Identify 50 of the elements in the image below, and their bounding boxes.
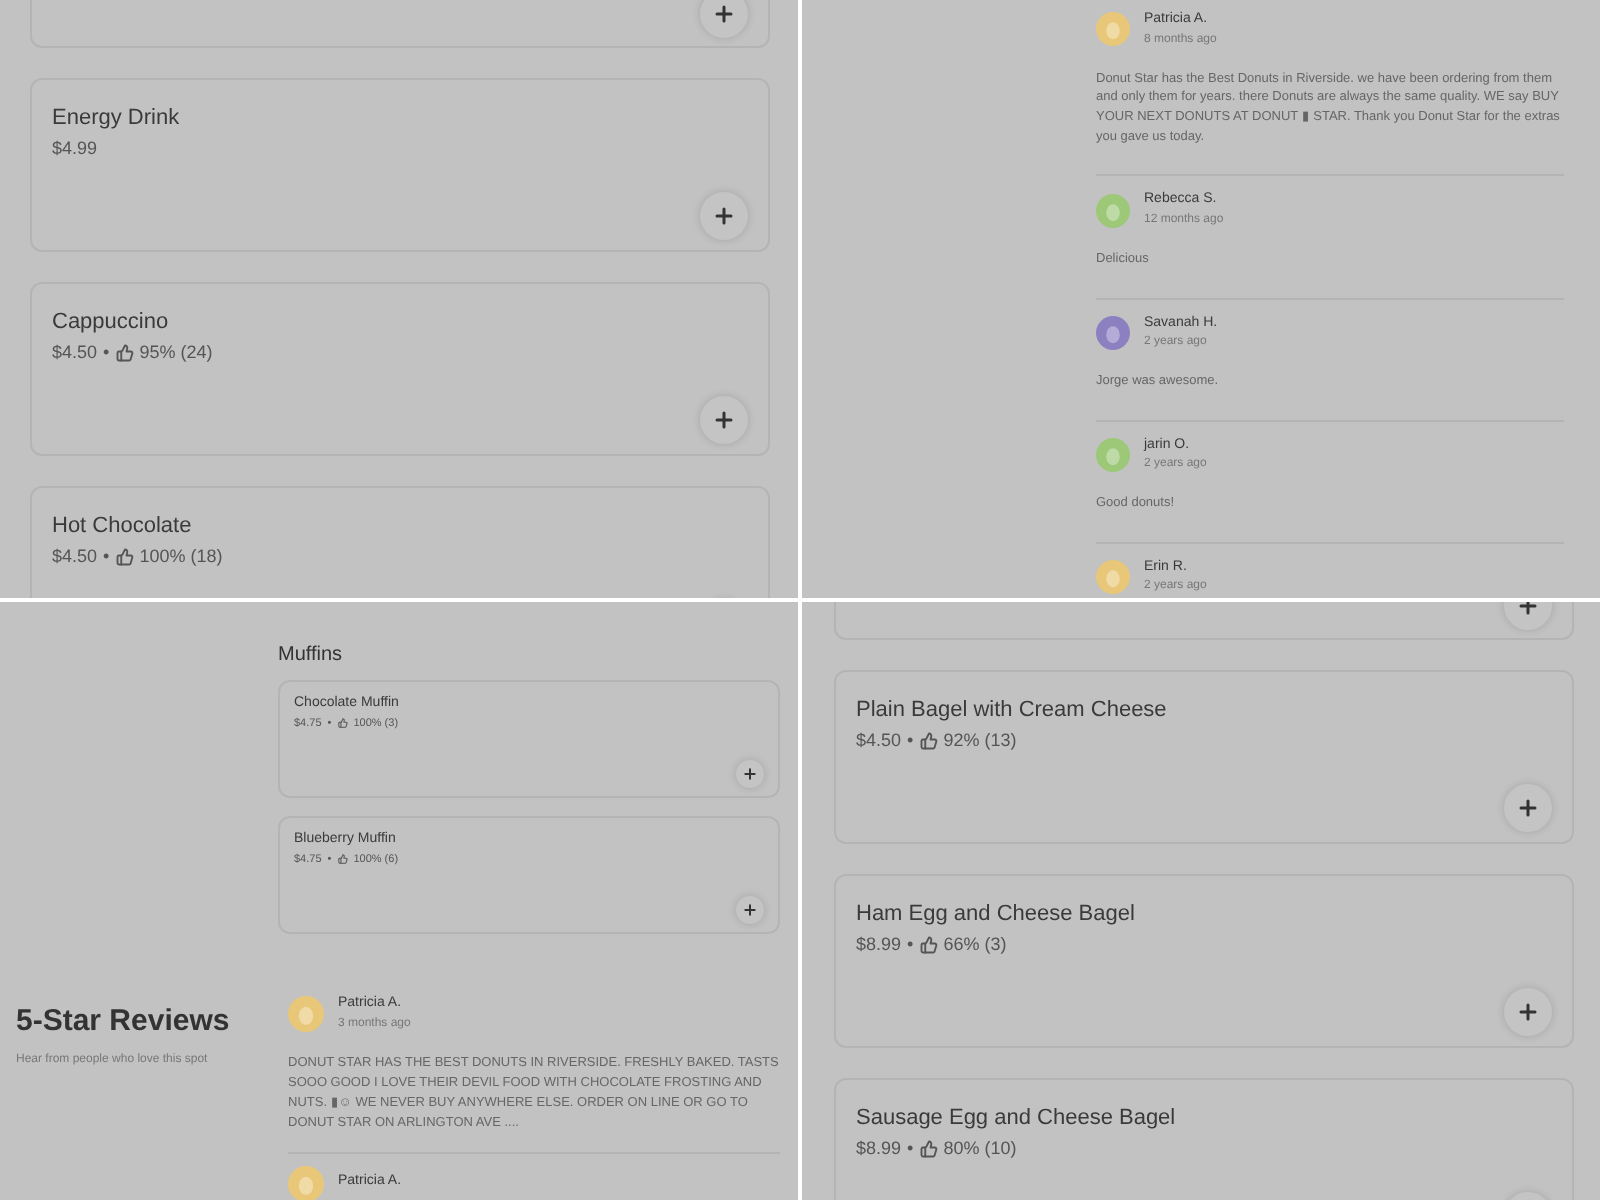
plus-icon [712,408,736,432]
item-rating: 92% (13) [943,727,1017,754]
add-button[interactable] [736,896,764,924]
item-price: $8.99 [856,1135,902,1161]
plus-icon [742,766,758,782]
item-rating: 66% (3) [943,931,1007,958]
thumbs-up-icon [919,1139,938,1158]
menu-item-card[interactable]: Sausage Egg and Cheese Bagel $8.99 • 80% (10) [834,1078,1574,1200]
item-name: Plain Bagel with Cream Cheese [856,696,1169,726]
plus-icon [1516,796,1540,820]
plus-icon [712,2,736,26]
plus-icon [712,204,736,228]
item-price: $4.50 [52,339,98,365]
add-button[interactable] [700,0,748,38]
item-price: $4.50 [856,727,902,753]
item-name: Energy Drink [52,104,182,134]
plus-icon [1516,1000,1540,1024]
separator-dot: • [907,931,914,957]
add-button[interactable] [736,760,764,788]
thumbs-up-icon [919,935,938,954]
item-price: $8.99 [856,931,902,957]
menu-item-card[interactable]: Energy Drink $4.99 [30,78,770,252]
item-rating: 100% (18) [139,543,223,570]
thumbs-up-icon [337,718,348,729]
thumbs-up-icon [115,547,134,566]
item-name: Sausage Egg and Cheese Bagel [856,1104,1178,1134]
menu-item-card[interactable]: Plain Bagel with Cream Cheese $4.50 • 92% (13) [834,670,1574,844]
item-price: $4.99 [52,135,98,161]
section-heading: Muffins [278,642,345,670]
separator-dot: • [103,543,110,569]
item-rating: 80% (10) [943,1135,1017,1162]
item-name: Cappuccino [52,308,171,338]
menu-item-card[interactable]: Ham Egg and Cheese Bagel $8.99 • 66% (3) [834,874,1574,1048]
item-price: $4.50 [52,543,98,569]
add-button[interactable] [1504,784,1552,832]
menu-item-card[interactable]: Cappuccino $4.50 • 95% (24) [30,282,770,456]
item-rating: 95% (24) [139,339,213,366]
thumbs-up-icon [919,731,938,750]
add-button[interactable] [700,396,748,444]
item-name: Hot Chocolate [52,512,194,542]
item-name: Ham Egg and Cheese Bagel [856,900,1137,930]
thumbs-up-icon [115,343,134,362]
thumbs-up-icon [337,854,348,865]
separator-dot: • [907,1135,914,1161]
add-button[interactable] [1504,988,1552,1036]
separator-dot: • [103,339,110,365]
plus-icon [742,902,758,918]
reviews-heading: 5-Star Reviews [16,1002,232,1042]
add-button[interactable] [700,192,748,240]
separator-dot: • [907,727,914,753]
